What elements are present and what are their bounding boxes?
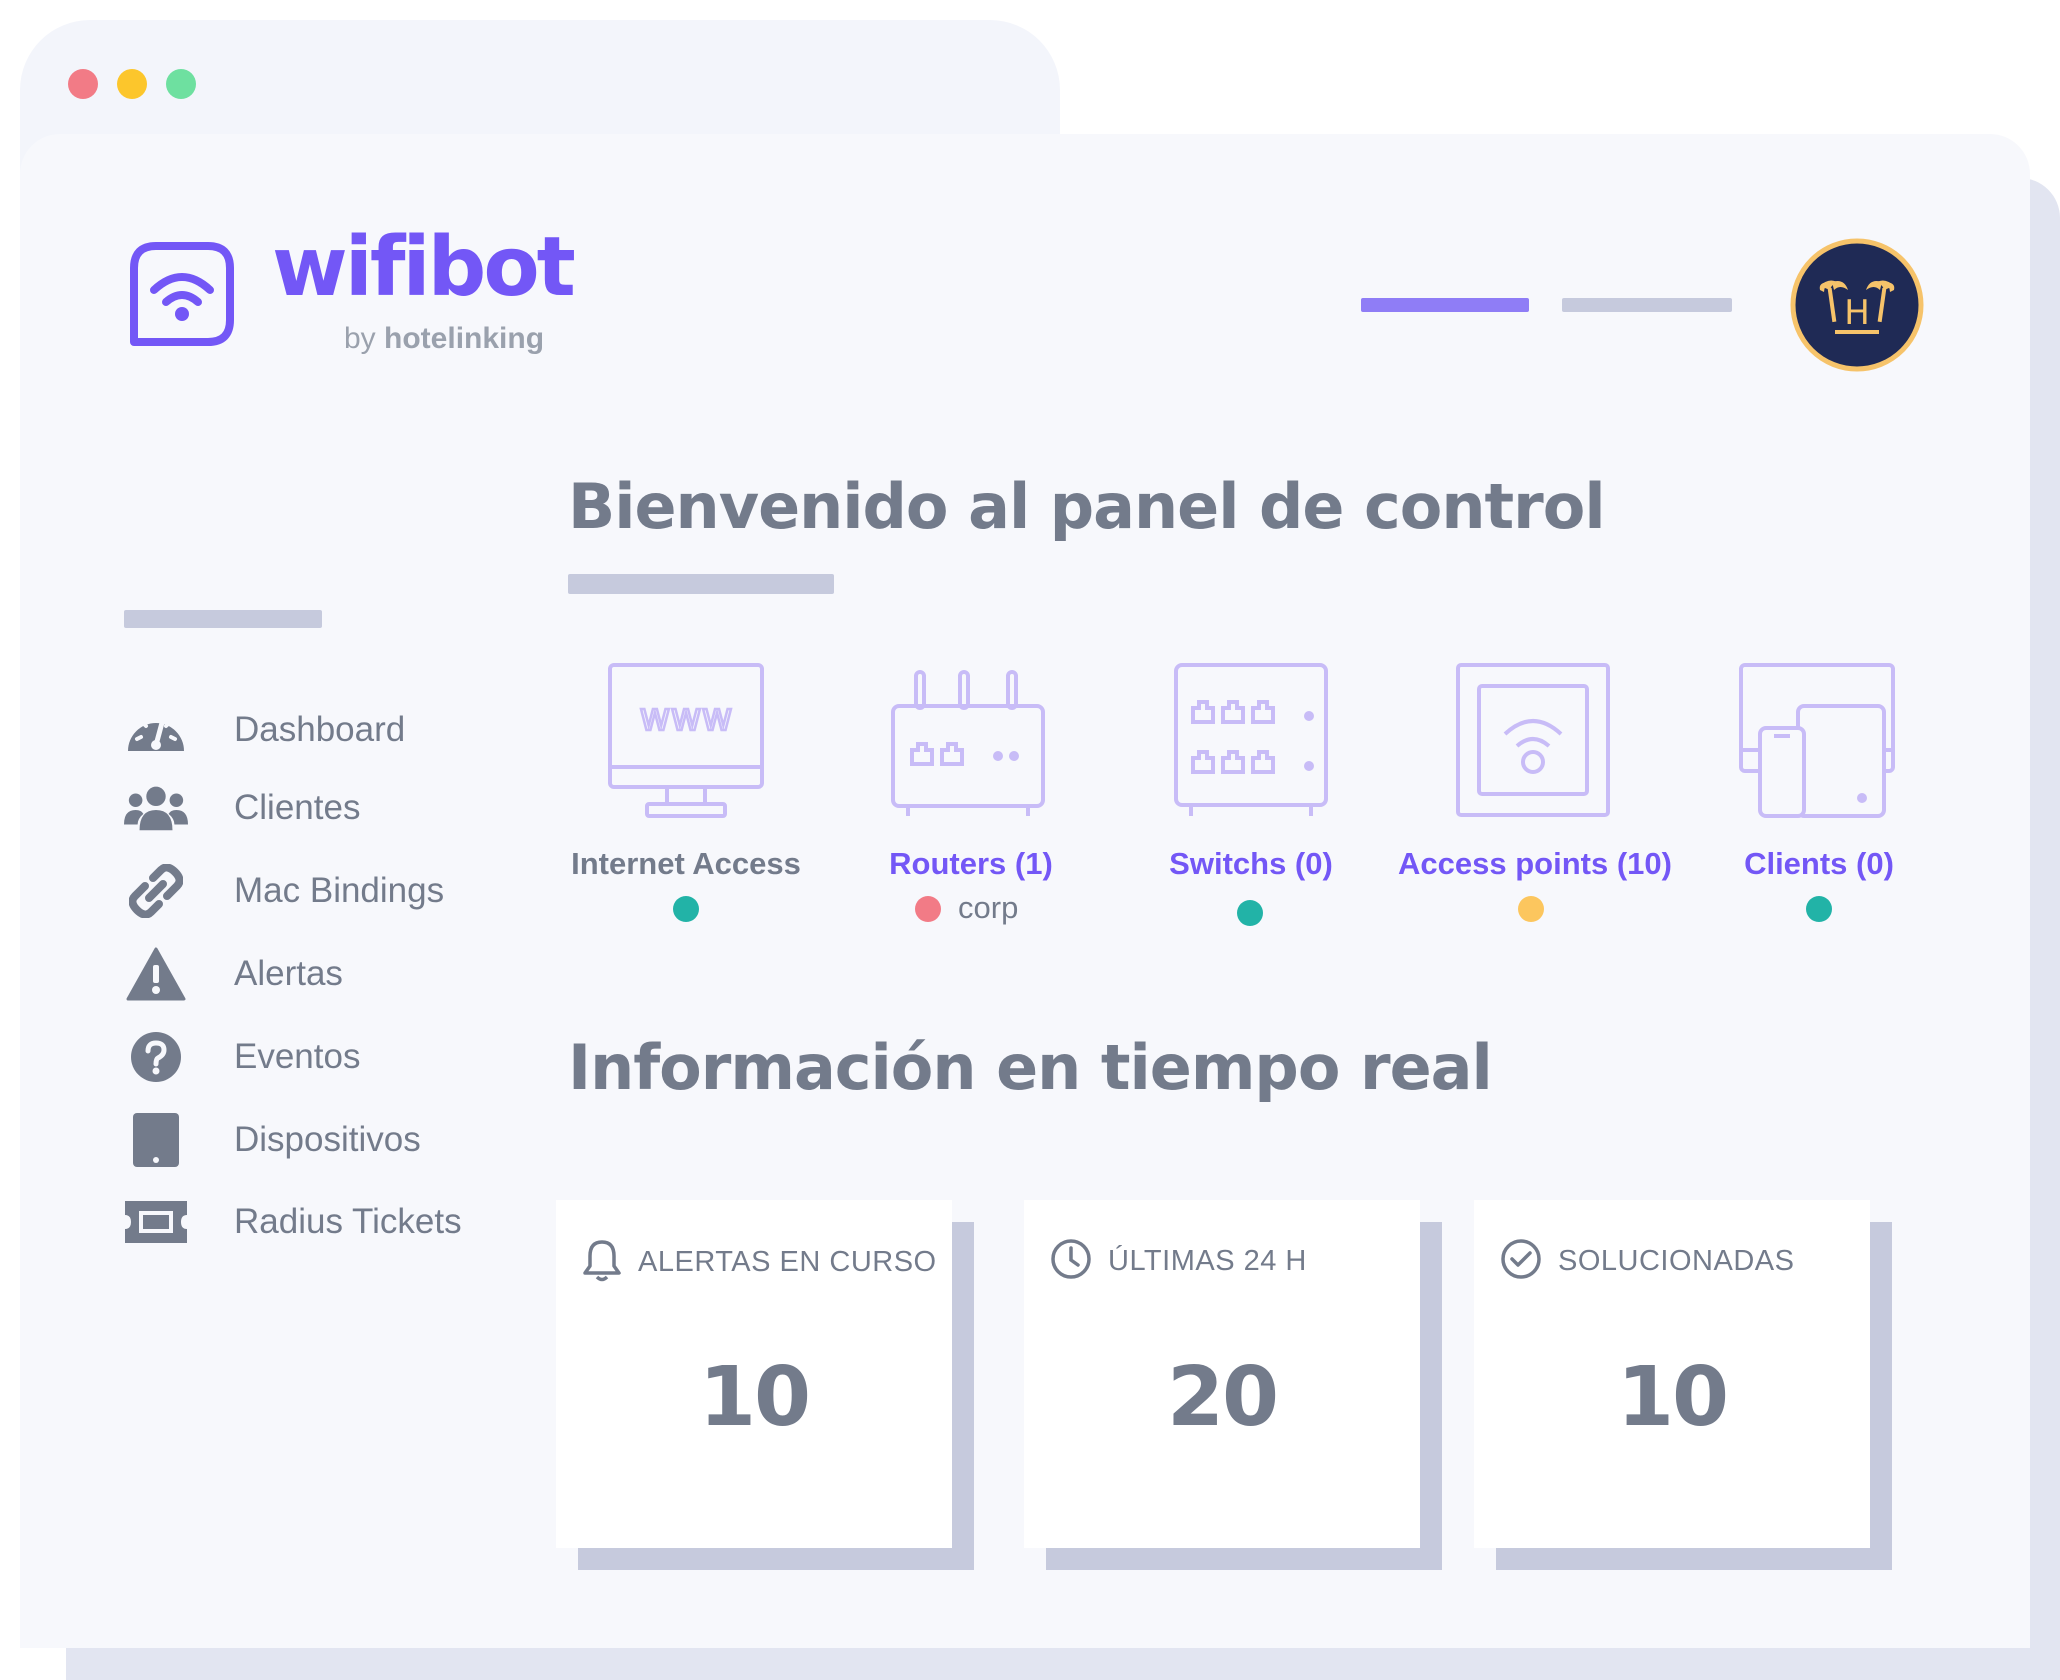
bell-icon [582, 1238, 622, 1287]
tablet-icon [124, 1112, 188, 1168]
card-header: SOLUCIONADAS [1500, 1238, 1794, 1285]
link-icon [124, 863, 188, 919]
device-label-access-points[interactable]: Access points (10) [1370, 846, 1700, 882]
sidebar-item-alertas[interactable]: Alertas [124, 944, 343, 1004]
window-close-button[interactable] [68, 69, 98, 99]
device-label-internet-access: Internet Access [571, 846, 801, 881]
sidebar-item-clientes[interactable]: Clientes [124, 778, 360, 838]
card-value: 10 [1616, 1350, 1729, 1445]
sidebar-item-label: Mac Bindings [234, 871, 445, 910]
switch-icon [1173, 662, 1329, 825]
status-dot-routers [915, 896, 941, 922]
sidebar-item-radius-tickets[interactable]: Radius Tickets [124, 1192, 462, 1252]
window-minimize-button[interactable] [117, 69, 147, 99]
access-point-icon [1455, 662, 1611, 823]
router-name: corp [958, 890, 1019, 925]
svg-text:www: www [639, 695, 732, 739]
sidebar-item-label: Radius Tickets [234, 1202, 462, 1241]
monitor-www-icon: www [607, 662, 765, 825]
ticket-icon [124, 1194, 188, 1250]
brand-by-prefix: by [344, 322, 376, 355]
check-circle-icon [1500, 1238, 1542, 1285]
avatar-letter: H [1844, 293, 1870, 333]
status-dot-switchs [1237, 900, 1263, 926]
sidebar-item-label: Dashboard [234, 710, 406, 749]
wifibot-logo-icon [126, 238, 238, 350]
card-solucionadas[interactable]: SOLUCIONADAS 10 [1474, 1200, 1870, 1548]
card-header: ALERTAS EN CURSO [582, 1238, 937, 1287]
brand-byline: by hotelinking [344, 322, 544, 356]
card-header: ÚLTIMAS 24 H [1050, 1238, 1307, 1285]
users-icon [124, 780, 188, 836]
hotel-avatar[interactable]: H [1790, 238, 1924, 372]
card-title: SOLUCIONADAS [1558, 1245, 1795, 1277]
status-dot-access-points [1518, 896, 1544, 922]
brand-name: wifibot [272, 220, 576, 315]
welcome-title: Bienvenido al panel de control [568, 470, 1606, 543]
sidebar-item-mac-bindings[interactable]: Mac Bindings [124, 861, 444, 921]
devices-icon [1738, 662, 1896, 825]
clock-icon [1050, 1238, 1092, 1285]
card-title: ALERTAS EN CURSO [638, 1246, 937, 1278]
device-label-switchs[interactable]: Switchs (0) [1086, 846, 1416, 882]
sidebar-item-dispositivos[interactable]: Dispositivos [124, 1110, 421, 1170]
welcome-subtitle-placeholder [568, 574, 834, 594]
brand-by-name: hotelinking [384, 322, 545, 355]
status-dot-internet-access [673, 896, 699, 922]
card-title: ÚLTIMAS 24 H [1108, 1245, 1307, 1277]
card-alertas-en-curso[interactable]: ALERTAS EN CURSO 10 [556, 1200, 952, 1548]
sidebar-item-label: Alertas [234, 954, 343, 993]
card-value: 20 [1166, 1350, 1279, 1445]
speedometer-icon [124, 702, 188, 758]
question-icon [124, 1029, 188, 1085]
router-icon [890, 660, 1046, 825]
sidebar-item-eventos[interactable]: Eventos [124, 1027, 360, 1087]
sidebar-item-dashboard[interactable]: Dashboard [124, 700, 405, 760]
sidebar-heading-placeholder [124, 610, 322, 628]
sidebar-item-label: Dispositivos [234, 1120, 421, 1159]
realtime-title: Información en tiempo real [568, 1031, 1493, 1104]
sidebar-item-label: Eventos [234, 1037, 361, 1076]
top-nav-bar[interactable] [1562, 298, 1732, 312]
card-ultimas-24h[interactable]: ÚLTIMAS 24 H 20 [1024, 1200, 1420, 1548]
top-nav-active-bar[interactable] [1361, 298, 1529, 312]
device-label-clients[interactable]: Clients (0) [1654, 846, 1984, 882]
window-maximize-button[interactable] [166, 69, 196, 99]
status-dot-clients [1806, 896, 1832, 922]
warning-icon [124, 946, 188, 1002]
sidebar-item-label: Clientes [234, 788, 361, 827]
card-value: 10 [698, 1350, 811, 1445]
